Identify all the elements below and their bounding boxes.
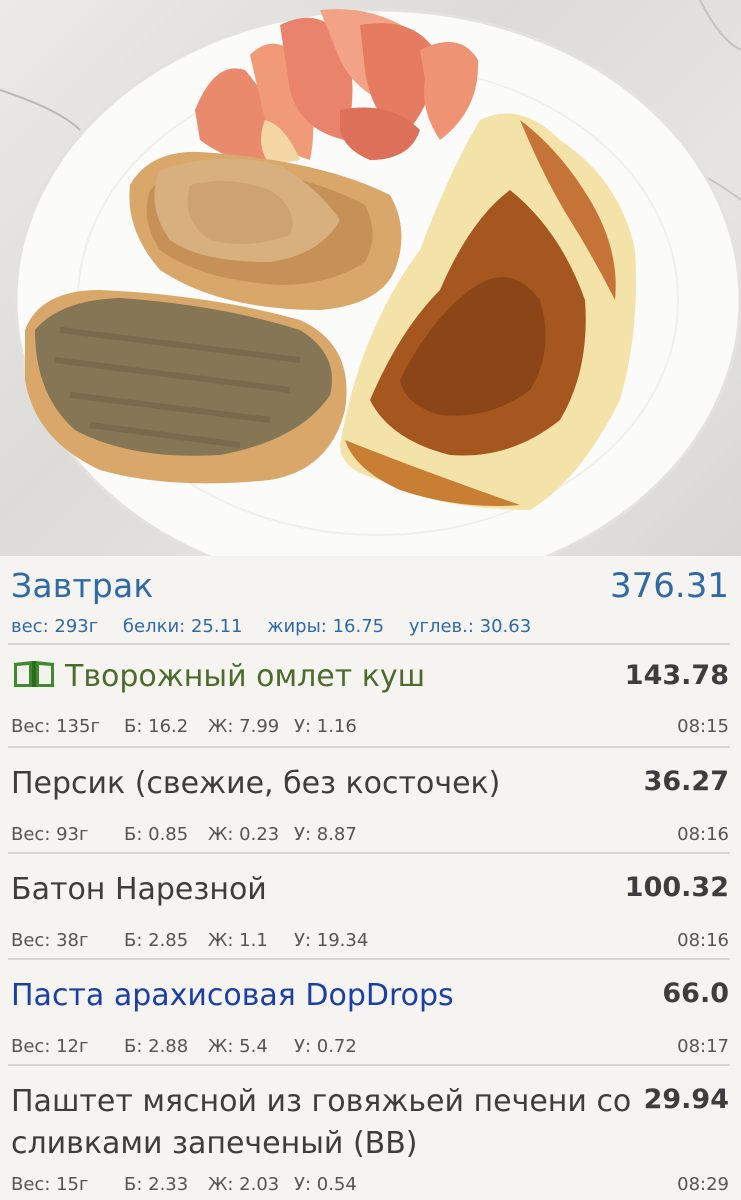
meal-protein: белки: 25.11	[122, 616, 243, 637]
food-entry-macros: Вес: 15г Б: 2.33 Ж: 2.03 У: 0.54	[11, 1174, 357, 1195]
meal-title: Завтрак	[11, 566, 154, 605]
food-entry-calories: 66.0	[662, 978, 729, 1009]
food-entry[interactable]: Персик (свежие, без косточек) 36.27 Вес:…	[0, 752, 741, 852]
food-entry[interactable]: Паста арахисовая DopDrops 66.0 Вес: 12г Б…	[0, 964, 741, 1064]
meal-weight: вес: 293г	[11, 616, 99, 637]
food-entry-time: 08:16	[677, 824, 729, 845]
food-entry-time: 08:29	[677, 1174, 729, 1195]
food-entry-macros: Вес: 135г Б: 16.2 Ж: 7.99 У: 1.16	[11, 716, 357, 737]
food-entry[interactable]: Творожный омлет куш 143.78 Вес: 135г Б: 1…	[0, 646, 741, 746]
divider	[8, 1064, 730, 1066]
food-entry[interactable]: Паштет мясной из говяжьей печени со слив…	[0, 1070, 741, 1200]
food-entry-calories: 143.78	[624, 660, 729, 691]
divider	[8, 643, 730, 645]
food-entry-name-line1: Паштет мясной из говяжьей печени со	[11, 1084, 632, 1119]
meal-total-calories: 376.31	[610, 566, 729, 606]
breakfast-plate-image	[0, 0, 741, 556]
food-entry-name: Творожный омлет куш	[11, 658, 425, 698]
divider	[8, 746, 730, 748]
recipe-book-icon	[11, 658, 57, 698]
food-entry-macros: Вес: 12г Б: 2.88 Ж: 5.4 У: 0.72	[11, 1036, 357, 1057]
meal-fat: жиры: 16.75	[267, 616, 385, 637]
food-entry-time: 08:15	[677, 716, 729, 737]
food-entry-macros: Вес: 38г Б: 2.85 Ж: 1.1 У: 19.34	[11, 930, 369, 951]
meal-carbs: углев.: 30.63	[408, 616, 532, 637]
food-entry-calories: 36.27	[643, 766, 729, 797]
food-entry[interactable]: Батон Нарезной 100.32 Вес: 38г Б: 2.85 Ж: …	[0, 858, 741, 958]
food-entry-name: Паста арахисовая DopDrops	[11, 978, 454, 1013]
divider	[8, 958, 730, 960]
food-entry-name: Персик (свежие, без косточек)	[11, 766, 501, 801]
food-diary: Завтрак 376.31 вес: 293г белки: 25.11 жи…	[0, 556, 741, 1200]
meal-summary: вес: 293г белки: 25.11 жиры: 16.75 углев…	[11, 616, 550, 637]
meal-photo	[0, 0, 741, 556]
food-entry-name-line2: сливками запеченый (ВВ)	[11, 1126, 418, 1161]
food-entry-calories: 100.32	[624, 872, 729, 903]
food-entry-name: Батон Нарезной	[11, 872, 267, 907]
food-entry-calories: 29.94	[643, 1084, 729, 1115]
meal-header[interactable]: Завтрак 376.31 вес: 293г белки: 25.11 жи…	[0, 556, 741, 644]
divider	[8, 852, 730, 854]
food-entry-macros: Вес: 93г Б: 0.85 Ж: 0.23 У: 8.87	[11, 824, 357, 845]
food-entry-time: 08:17	[677, 1036, 729, 1057]
food-entry-time: 08:16	[677, 930, 729, 951]
